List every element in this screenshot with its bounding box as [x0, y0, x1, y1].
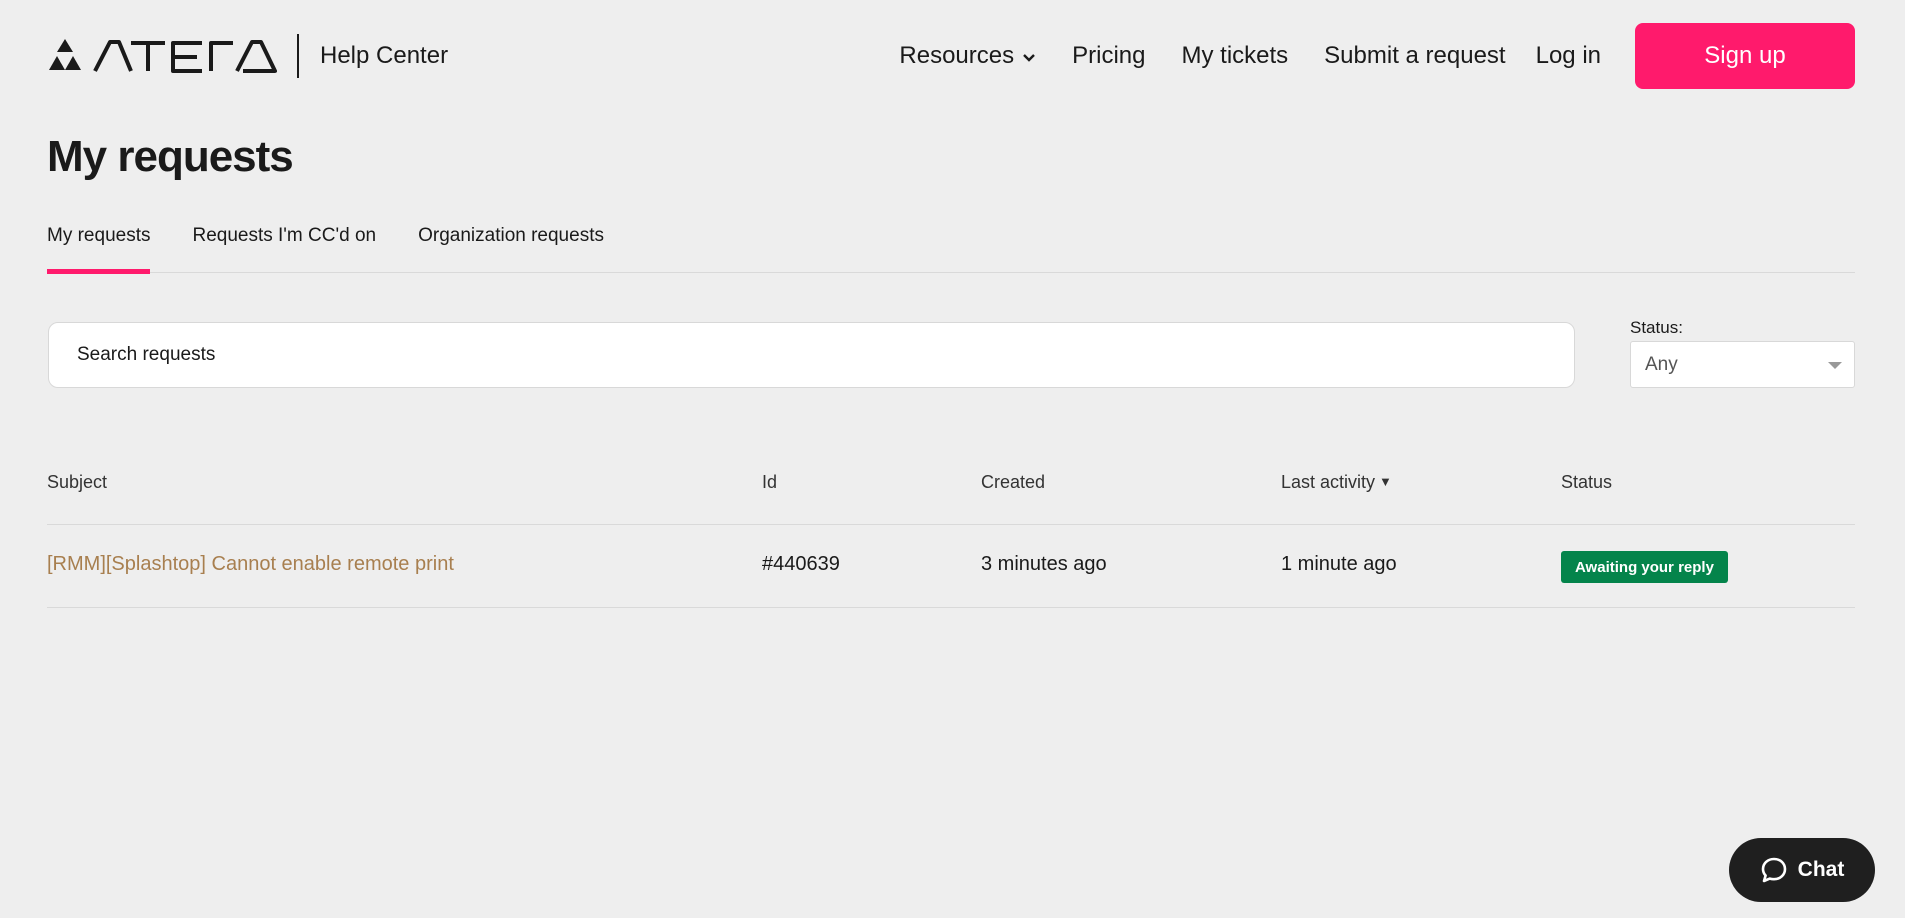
tab-cc-requests[interactable]: Requests I'm CC'd on — [192, 218, 376, 273]
logo-divider — [297, 34, 299, 78]
nav-submit-request[interactable]: Submit a request — [1324, 42, 1505, 70]
search-requests-input[interactable] — [48, 322, 1575, 388]
request-created: 3 minutes ago — [981, 553, 1107, 575]
site-header: Help Center Resources Pricing My tickets… — [47, 20, 1855, 92]
request-subject-link[interactable]: [RMM][Splashtop] Cannot enable remote pr… — [47, 553, 454, 576]
status-badge: Awaiting your reply — [1561, 551, 1728, 583]
caret-down-icon — [1828, 362, 1842, 369]
chat-label: Chat — [1797, 858, 1845, 881]
atera-logo-icon — [49, 39, 277, 73]
requests-table: Subject Id Created Last activity ▼ Status… — [47, 455, 1855, 608]
atera-logo[interactable] — [47, 20, 277, 92]
nav-resources[interactable]: Resources — [899, 42, 1036, 70]
help-center-link[interactable]: Help Center — [320, 42, 448, 70]
status-filter-select[interactable]: Any — [1630, 341, 1855, 388]
request-tabs: My requests Requests I'm CC'd on Organiz… — [47, 218, 1855, 274]
signup-button[interactable]: Sign up — [1635, 23, 1855, 89]
sort-desc-icon: ▼ — [1379, 474, 1392, 489]
request-last-activity: 1 minute ago — [1281, 553, 1397, 575]
request-id: #440639 — [762, 553, 840, 575]
nav-pricing[interactable]: Pricing — [1072, 42, 1145, 70]
nav-my-tickets[interactable]: My tickets — [1181, 42, 1288, 70]
nav-resources-label: Resources — [899, 42, 1015, 69]
chat-bubble-icon — [1761, 857, 1786, 883]
chat-button[interactable]: Chat — [1729, 838, 1875, 902]
status-filter-label: Status: — [1630, 318, 1683, 337]
chevron-down-icon — [1022, 42, 1036, 70]
table-header: Subject Id Created Last activity ▼ Status — [47, 455, 1855, 525]
login-link[interactable]: Log in — [1536, 42, 1601, 70]
tab-my-requests[interactable]: My requests — [47, 218, 151, 274]
column-created[interactable]: Created — [981, 472, 1045, 493]
column-last-activity-label: Last activity — [1281, 472, 1376, 492]
page-title: My requests — [47, 132, 294, 181]
status-filter-value: Any — [1645, 353, 1678, 375]
column-id[interactable]: Id — [762, 472, 777, 493]
column-last-activity[interactable]: Last activity ▼ — [1281, 472, 1392, 493]
main-nav: Resources Pricing My tickets Submit a re… — [899, 20, 1855, 92]
column-subject[interactable]: Subject — [47, 472, 107, 493]
tab-organization-requests[interactable]: Organization requests — [418, 218, 604, 273]
column-status[interactable]: Status — [1561, 472, 1612, 493]
